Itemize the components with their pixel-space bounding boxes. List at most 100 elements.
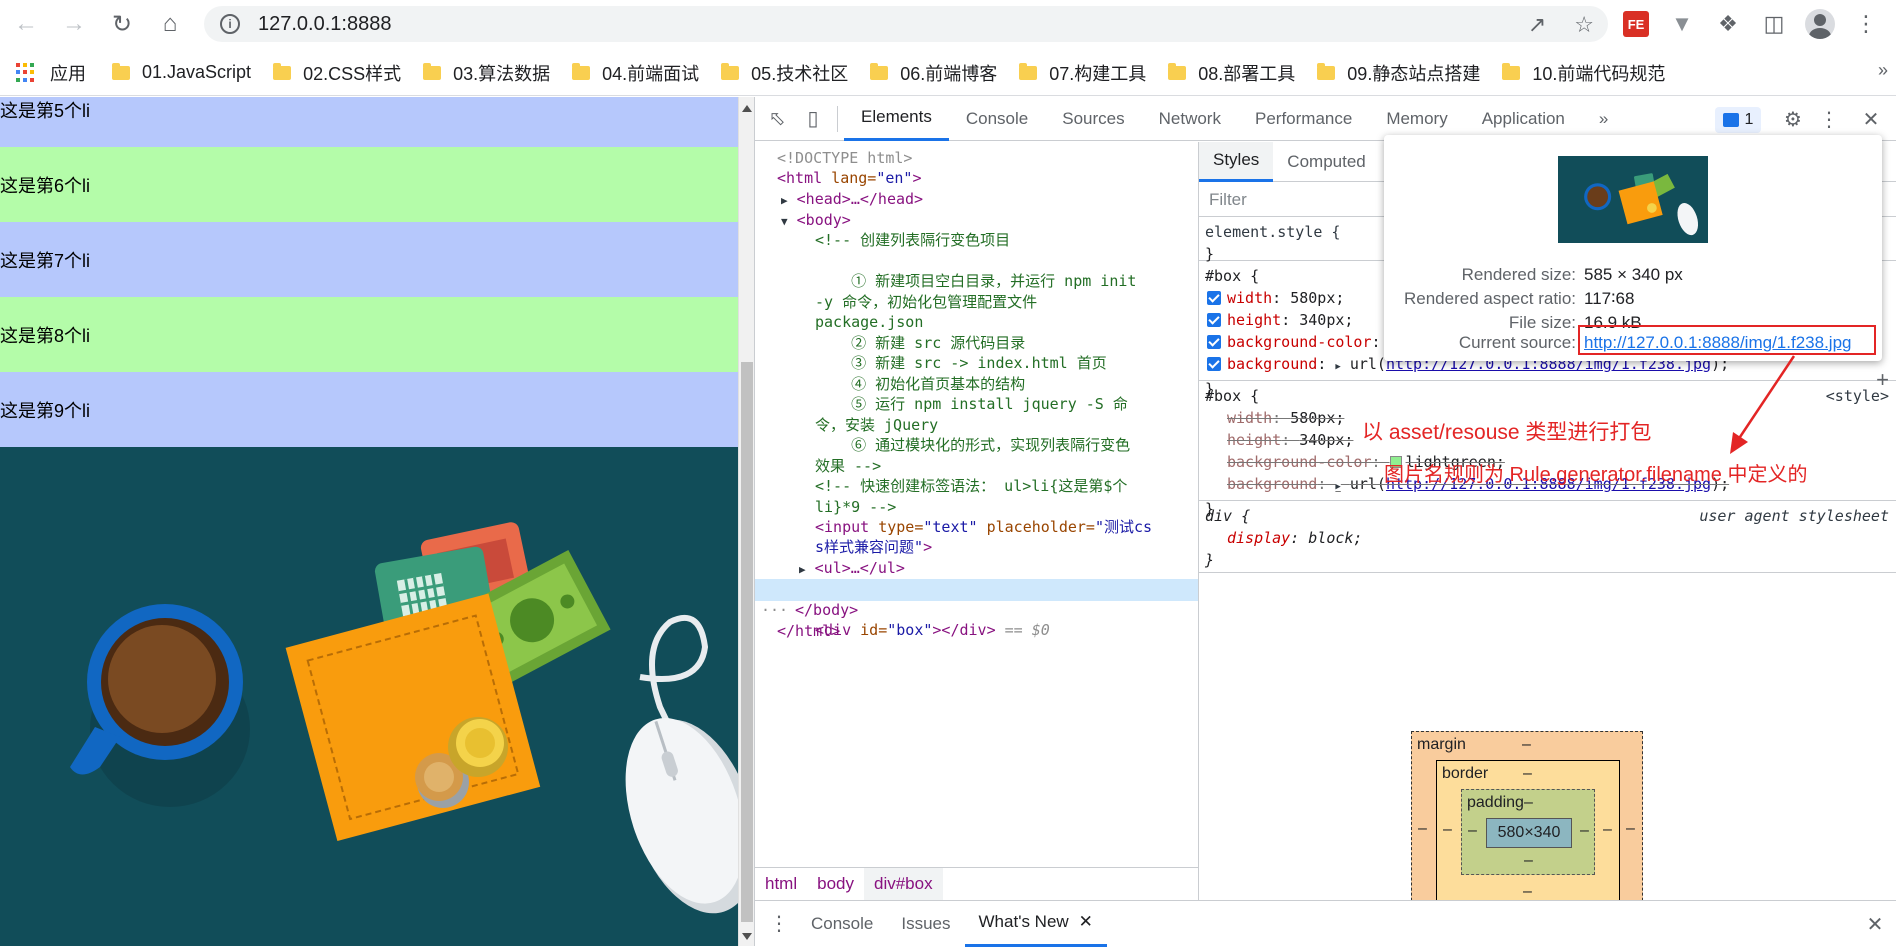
expand-triangle-icon[interactable]: ▶ [781, 194, 788, 207]
drawer-menu-icon[interactable]: ⋮ [761, 906, 797, 942]
bookmark-folder[interactable]: 10.前端代码规范 [1502, 60, 1665, 86]
html-node[interactable]: <html lang="en"> [777, 168, 922, 189]
box-model-diagram[interactable]: margin – – – border – – – – padding – – … [1411, 731, 1643, 900]
breadcrumb-item[interactable]: div#box [864, 868, 943, 900]
declaration-checkbox[interactable] [1207, 313, 1221, 327]
image-thumbnail [1558, 156, 1708, 243]
vue-extension-icon[interactable]: ▼ [1666, 8, 1698, 40]
box-image [0, 447, 738, 946]
style-source-link[interactable]: <style> [1826, 385, 1889, 407]
chrome-menu-icon[interactable]: ⋮ [1850, 8, 1882, 40]
bookmark-folder[interactable]: 06.前端博客 [870, 60, 997, 86]
folder-icon [572, 62, 591, 80]
inspect-element-icon[interactable]: ⬁ [759, 101, 795, 137]
tab-application[interactable]: Application [1465, 97, 1582, 141]
devtools-menu-icon[interactable]: ⋮ [1811, 101, 1847, 137]
list-item: 这是第6个li [0, 147, 738, 222]
tab-computed[interactable]: Computed [1273, 142, 1379, 182]
tab-performance[interactable]: Performance [1238, 97, 1369, 141]
breadcrumb-item[interactable]: html [755, 868, 807, 900]
ul-node[interactable]: ▶ <ul>…</ul> [799, 558, 905, 581]
site-info-icon[interactable]: i [220, 14, 240, 34]
scroll-up-icon[interactable] [742, 105, 752, 112]
home-icon[interactable]: ⌂ [150, 4, 190, 44]
input-node[interactable]: <input type="text" placeholder="测试cs [815, 517, 1152, 538]
folder-icon [1502, 62, 1521, 80]
more-tabs-icon[interactable]: » [1582, 97, 1625, 141]
devtools-drawer: ⋮ Console Issues What's New ✕ ✕ [755, 900, 1896, 947]
drawer-tab-what-s-new[interactable]: What's New ✕ [964, 901, 1107, 947]
doctype-node[interactable]: <!DOCTYPE html> [777, 148, 912, 169]
folder-icon [870, 62, 889, 80]
fe-extension-icon[interactable]: FE [1620, 8, 1652, 40]
bookmark-folder[interactable]: 05.技术社区 [721, 60, 848, 86]
tab-elements[interactable]: Elements [844, 97, 949, 141]
issues-badge[interactable]: 1 [1715, 107, 1761, 133]
expand-triangle-icon[interactable]: ▶ [1335, 362, 1340, 372]
browser-toolbar: ← → ↻ ⌂ i 127.0.0.1:8888 ↗ ☆ FE ▼ ❖ ◫ ⋮ [0, 0, 1896, 48]
input-node-cont: s样式兼容问题"> [815, 538, 933, 556]
declaration-checkbox[interactable] [1207, 291, 1221, 305]
extensions-puzzle-icon[interactable]: ❖ [1712, 8, 1744, 40]
expand-triangle-icon[interactable]: ▶ [1335, 482, 1340, 492]
box-model-content[interactable]: 580×340 [1486, 818, 1572, 848]
page-scrollbar[interactable] [738, 97, 754, 946]
device-toolbar-icon[interactable]: ▯ [795, 101, 831, 137]
profile-avatar[interactable] [1804, 8, 1836, 40]
settings-gear-icon[interactable]: ⚙ [1775, 101, 1811, 137]
scroll-down-icon[interactable] [742, 933, 752, 940]
tab-memory[interactable]: Memory [1369, 97, 1464, 141]
folder-icon [423, 62, 442, 80]
tab-network[interactable]: Network [1142, 97, 1238, 141]
box-model-border[interactable]: border – – – – padding – – – – 580×340 [1436, 760, 1620, 900]
scrollbar-thumb[interactable] [741, 362, 753, 922]
collapse-triangle-icon[interactable]: ▼ [781, 215, 788, 228]
tab-styles[interactable]: Styles [1199, 142, 1274, 182]
breadcrumb-item[interactable]: body [807, 868, 864, 900]
list-item: 这是第9个li [0, 372, 738, 447]
side-panel-icon[interactable]: ◫ [1758, 8, 1790, 40]
bookmark-folder[interactable]: 03.算法数据 [423, 60, 550, 86]
back-arrow-icon[interactable]: ← [6, 4, 46, 44]
tab-console[interactable]: Console [949, 97, 1045, 141]
image-preview-tooltip: Rendered size: 585 × 340 px Rendered aspe… [1384, 135, 1882, 361]
bookmarks-overflow-icon[interactable]: » [1878, 60, 1888, 81]
elements-tree[interactable]: <!DOCTYPE html> <html lang="en"> ▶ <head… [755, 142, 1198, 866]
comment-node-2[interactable]: <!-- 快速创建标签语法： ul>li{这是第$个 li}*9 --> [815, 476, 1127, 517]
source-highlight-box [1578, 325, 1876, 355]
address-bar[interactable]: i 127.0.0.1:8888 ↗ ☆ [204, 6, 1608, 42]
bookmark-folder[interactable]: 09.静态站点搭建 [1317, 60, 1480, 86]
share-icon[interactable]: ↗ [1528, 12, 1546, 38]
comment-node[interactable]: <!-- 创建列表隔行变色项目 ① 新建项目空白目录，并运行 npm init -… [815, 230, 1136, 476]
list-item: 这是第8个li [0, 297, 738, 372]
html-close-node[interactable]: </html> [777, 621, 840, 642]
reload-icon[interactable]: ↻ [102, 4, 142, 44]
forward-arrow-icon[interactable]: → [54, 4, 94, 44]
ua-div-rule[interactable]: div { user agent stylesheet display: blo… [1199, 501, 1896, 573]
bookmark-folder[interactable]: 01.JavaScript [112, 60, 251, 86]
bookmark-apps[interactable]: 应用 [0, 60, 86, 86]
close-tab-icon[interactable]: ✕ [1079, 912, 1093, 932]
declaration-checkbox[interactable] [1207, 335, 1221, 349]
head-node[interactable]: ▶ <head>…</head> [781, 189, 923, 212]
drawer-tab-console[interactable]: Console [797, 901, 887, 947]
bookmark-folder[interactable]: 07.构建工具 [1019, 60, 1146, 86]
box-model-margin[interactable]: margin – – – border – – – – padding – – … [1411, 731, 1643, 900]
bookmark-folder[interactable]: 08.部署工具 [1168, 60, 1295, 86]
bookmark-folder[interactable]: 02.CSS样式 [273, 60, 401, 86]
node-actions-icon[interactable]: ··· [761, 600, 788, 621]
apps-grid-icon [16, 62, 36, 83]
close-devtools-icon[interactable]: ✕ [1853, 101, 1889, 137]
box-model-padding[interactable]: padding – – – – 580×340 [1461, 789, 1595, 875]
declaration-checkbox[interactable] [1207, 357, 1221, 371]
body-close-node[interactable]: </body> [795, 600, 858, 621]
expand-triangle-icon[interactable]: ▶ [799, 563, 806, 576]
bookmark-star-icon[interactable]: ☆ [1574, 12, 1594, 38]
close-drawer-icon[interactable]: ✕ [1857, 906, 1893, 942]
bookmark-folder[interactable]: 04.前端面试 [572, 60, 699, 86]
div-box-node[interactable]: ··· <div id="box"></div> == $0 [755, 579, 1198, 639]
bookmarks-bar: 应用 01.JavaScript 02.CSS样式 03.算法数据 04.前端面试 05… [0, 50, 1896, 96]
tab-sources[interactable]: Sources [1045, 97, 1141, 141]
drawer-tab-issues[interactable]: Issues [887, 901, 964, 947]
folder-icon [1168, 62, 1187, 80]
